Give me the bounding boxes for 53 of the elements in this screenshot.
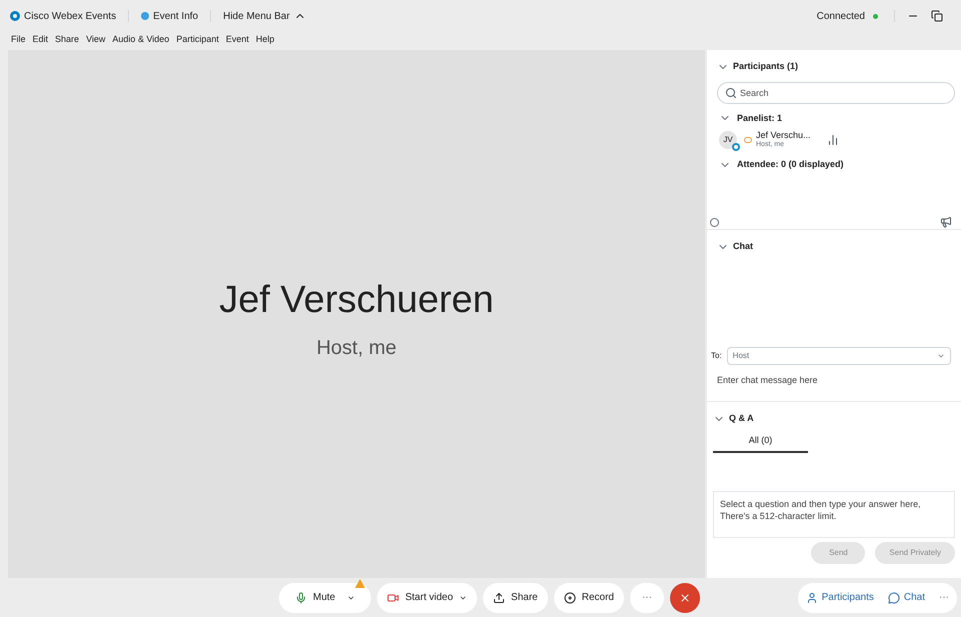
hide-menu-bar-button[interactable]: Hide Menu Bar — [223, 8, 306, 24]
group-header[interactable]: Panelist: 1 — [737, 112, 782, 125]
menu-item[interactable]: Event — [226, 33, 249, 47]
to-label: To: — [711, 350, 722, 362]
status-dropdown-icon[interactable] — [710, 218, 719, 226]
warning-icon — [355, 578, 366, 588]
panel-toggle-button[interactable]: Participants — [806, 590, 874, 605]
search-icon — [725, 86, 737, 98]
menu-item[interactable]: Share — [55, 33, 80, 47]
event-info-button[interactable]: Event Info — [153, 8, 198, 24]
chat-message-field[interactable]: Enter chat message here — [717, 365, 951, 395]
participant-role: Host, me — [316, 336, 397, 361]
caret-icon — [937, 352, 945, 360]
menu-item[interactable]: Help — [256, 33, 274, 47]
share-icon — [493, 592, 506, 604]
audio-level-icon — [826, 134, 839, 146]
search-field[interactable]: Search — [717, 82, 955, 104]
record-button[interactable]: Record — [554, 582, 624, 612]
close-icon — [678, 592, 691, 604]
host-icon — [744, 137, 752, 143]
qa-header: Q & A — [729, 412, 754, 425]
megaphone-icon[interactable] — [940, 216, 952, 228]
avatar: JV — [719, 131, 737, 149]
record-icon — [564, 592, 576, 604]
qa-tab[interactable]: All (0) — [713, 434, 808, 453]
answer-field[interactable]: Select a question and then type your answer here, There's a 512-character limit. — [713, 491, 955, 538]
person-icon — [806, 592, 818, 604]
status-badge-icon — [732, 143, 740, 151]
participant-name: Jef Verschueren — [219, 278, 494, 323]
restore-icon[interactable] — [931, 10, 943, 22]
menu-item[interactable]: File — [11, 33, 26, 47]
group-header[interactable]: Attendee: 0 (0 displayed) — [737, 158, 844, 172]
chat-bubble-icon — [888, 592, 900, 604]
participants-header: Participants (1) — [733, 60, 798, 73]
menu-item[interactable]: Edit — [32, 33, 48, 47]
start-video-button[interactable]: Start video — [377, 582, 478, 612]
share-button[interactable]: Share — [483, 582, 548, 612]
app-logo-icon — [10, 11, 20, 21]
chat-header: Chat — [733, 240, 753, 253]
leave-button[interactable] — [670, 582, 700, 612]
info-icon — [141, 12, 150, 20]
app-name: Cisco Webex Events — [24, 10, 116, 24]
panel-toggle-button[interactable]: Chat — [888, 590, 925, 605]
more-button[interactable]: ··· — [630, 582, 664, 612]
recipient-dropdown[interactable]: Host — [726, 347, 951, 365]
camera-icon — [387, 592, 400, 604]
menu-item[interactable]: Audio & Video — [112, 33, 170, 47]
menu-item[interactable]: Participant — [176, 33, 219, 47]
menu-item[interactable]: View — [86, 33, 106, 47]
panel-more-button[interactable]: ··· — [939, 590, 949, 605]
member-name: Jef Verschu... — [756, 130, 811, 141]
microphone-icon — [295, 592, 307, 604]
connection-status: Connected — [816, 10, 865, 24]
